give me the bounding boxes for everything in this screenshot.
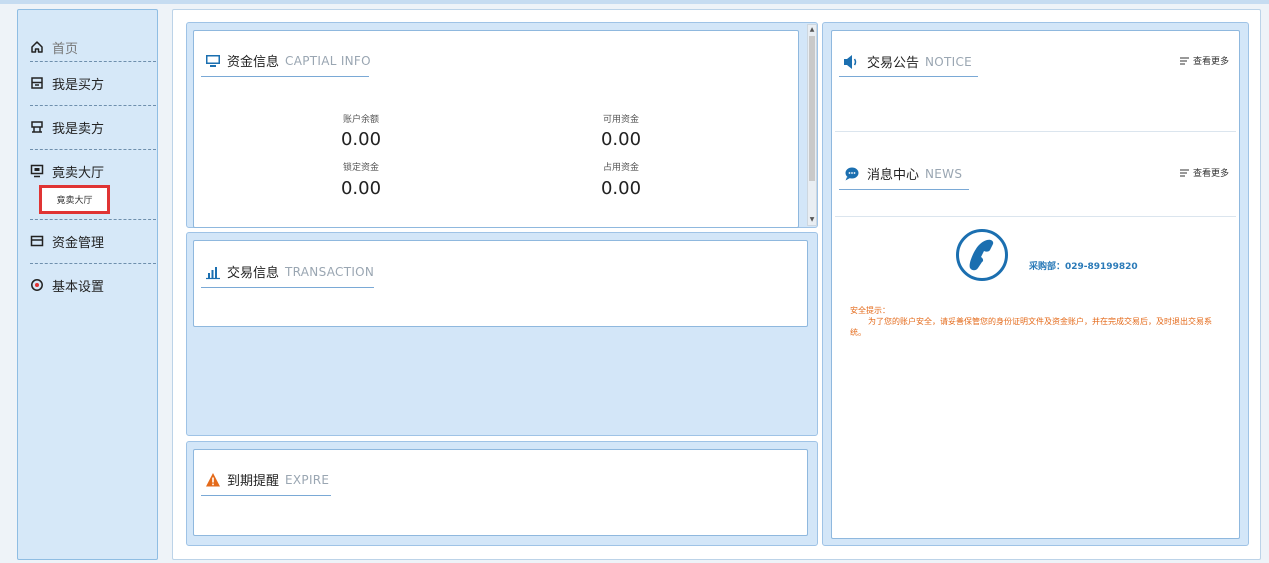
news-title: 消息中心 NEWS — [843, 164, 962, 183]
notice-title-cn: 交易公告 — [867, 56, 920, 71]
warning-icon — [206, 472, 220, 486]
transaction-title: 交易信息 TRANSACTION — [205, 262, 374, 281]
title-underline — [839, 76, 978, 77]
expire-title: 到期提醒 EXPIRE — [205, 470, 329, 489]
title-underline — [201, 495, 331, 496]
account-balance-value: 0.00 — [340, 129, 382, 150]
capital-info-title: 资金信息 CAPTIAL INFO — [205, 51, 371, 70]
settings-icon — [31, 279, 43, 291]
locked-funds-value: 0.00 — [340, 178, 382, 199]
nav-label: 首页 — [52, 41, 79, 57]
sidebar: 首页 我是买方 我是卖方 竟卖大厅 竟卖大厅 资金管理 基本设置 — [17, 9, 158, 560]
safety-tip-title: 安全提示： — [850, 306, 890, 315]
capital-info-title-cn: 资金信息 — [227, 55, 280, 70]
nav-item-settings[interactable]: 基本设置 — [30, 275, 152, 295]
news-more-link[interactable]: 查看更多 — [1180, 166, 1229, 179]
nav-separator — [30, 105, 156, 106]
nav-label: 我是买方 — [52, 77, 105, 93]
nav-item-buyer[interactable]: 我是买方 — [30, 73, 152, 93]
notice-news-card — [831, 30, 1240, 539]
title-underline — [839, 189, 969, 190]
locked-funds-label: 锁定资金 — [342, 163, 379, 173]
occupied-funds-label: 占用资金 — [602, 163, 639, 173]
transaction-title-en: TRANSACTION — [285, 264, 375, 279]
notice-title: 交易公告 NOTICE — [843, 52, 972, 71]
monitor-icon — [206, 54, 220, 67]
phone-icon — [956, 229, 1008, 281]
list-lines-icon — [1180, 169, 1189, 176]
scroll-thumb[interactable] — [809, 36, 815, 181]
fund-management-icon — [30, 235, 44, 247]
bar-chart-icon — [206, 266, 220, 279]
top-strip — [0, 0, 1269, 4]
nav-label: 基本设置 — [52, 279, 105, 295]
list-lines-icon — [1180, 57, 1189, 64]
section-divider — [835, 131, 1236, 132]
nav-item-seller[interactable]: 我是卖方 — [30, 117, 152, 137]
sidebar-subitem-auction-hall[interactable]: 竟卖大厅 — [39, 185, 110, 214]
auction-hall-icon — [30, 164, 44, 178]
telephone-handset-icon — [969, 239, 994, 271]
news-more-label: 查看更多 — [1193, 169, 1230, 179]
expire-title-cn: 到期提醒 — [227, 474, 280, 489]
scroll-up-arrow-icon[interactable]: ▲ — [809, 26, 815, 34]
transaction-card — [193, 240, 808, 327]
section-divider — [835, 216, 1236, 217]
nav-separator — [30, 263, 156, 264]
speaker-icon — [844, 54, 857, 69]
nav-separator — [30, 219, 156, 220]
available-funds-label: 可用资金 — [602, 115, 639, 125]
buyer-icon — [31, 77, 43, 89]
occupied-funds-value: 0.00 — [600, 178, 642, 199]
nav-item-fund-management[interactable]: 资金管理 — [30, 231, 152, 251]
home-icon — [31, 41, 43, 53]
purchasing-dept-phone: 采购部：029-89199820 — [1029, 262, 1138, 272]
capital-info-title-en: CAPTIAL INFO — [285, 53, 371, 68]
news-title-en: NEWS — [925, 166, 963, 181]
expire-card — [193, 449, 808, 536]
safety-tip-text: 为了您的账户安全，请妥善保管您的身份证明文件及资金账户，并在完成交易后，及时退出… — [850, 317, 1212, 337]
news-title-cn: 消息中心 — [867, 168, 920, 183]
chat-bubble-icon — [845, 167, 859, 180]
scroll-down-arrow-icon[interactable]: ▼ — [809, 216, 815, 224]
notice-more-label: 查看更多 — [1193, 57, 1230, 67]
available-funds-value: 0.00 — [600, 129, 642, 150]
title-underline — [201, 287, 374, 288]
notice-more-link[interactable]: 查看更多 — [1180, 54, 1229, 67]
account-balance-label: 账户余额 — [342, 115, 379, 125]
nav-label: 竟卖大厅 — [52, 165, 105, 181]
nav-item-home[interactable]: 首页 — [30, 37, 152, 57]
notice-title-en: NOTICE — [925, 54, 973, 69]
capital-scrollbar[interactable]: ▲ ▼ — [807, 24, 817, 226]
title-underline — [201, 76, 369, 77]
nav-label: 我是卖方 — [52, 121, 105, 137]
nav-label: 资金管理 — [52, 235, 105, 251]
transaction-title-cn: 交易信息 — [227, 266, 280, 281]
nav-separator — [30, 61, 156, 62]
expire-title-en: EXPIRE — [285, 472, 330, 487]
nav-item-auction-hall[interactable]: 竟卖大厅 — [30, 161, 152, 181]
seller-icon — [31, 121, 43, 133]
nav-separator — [30, 149, 156, 150]
